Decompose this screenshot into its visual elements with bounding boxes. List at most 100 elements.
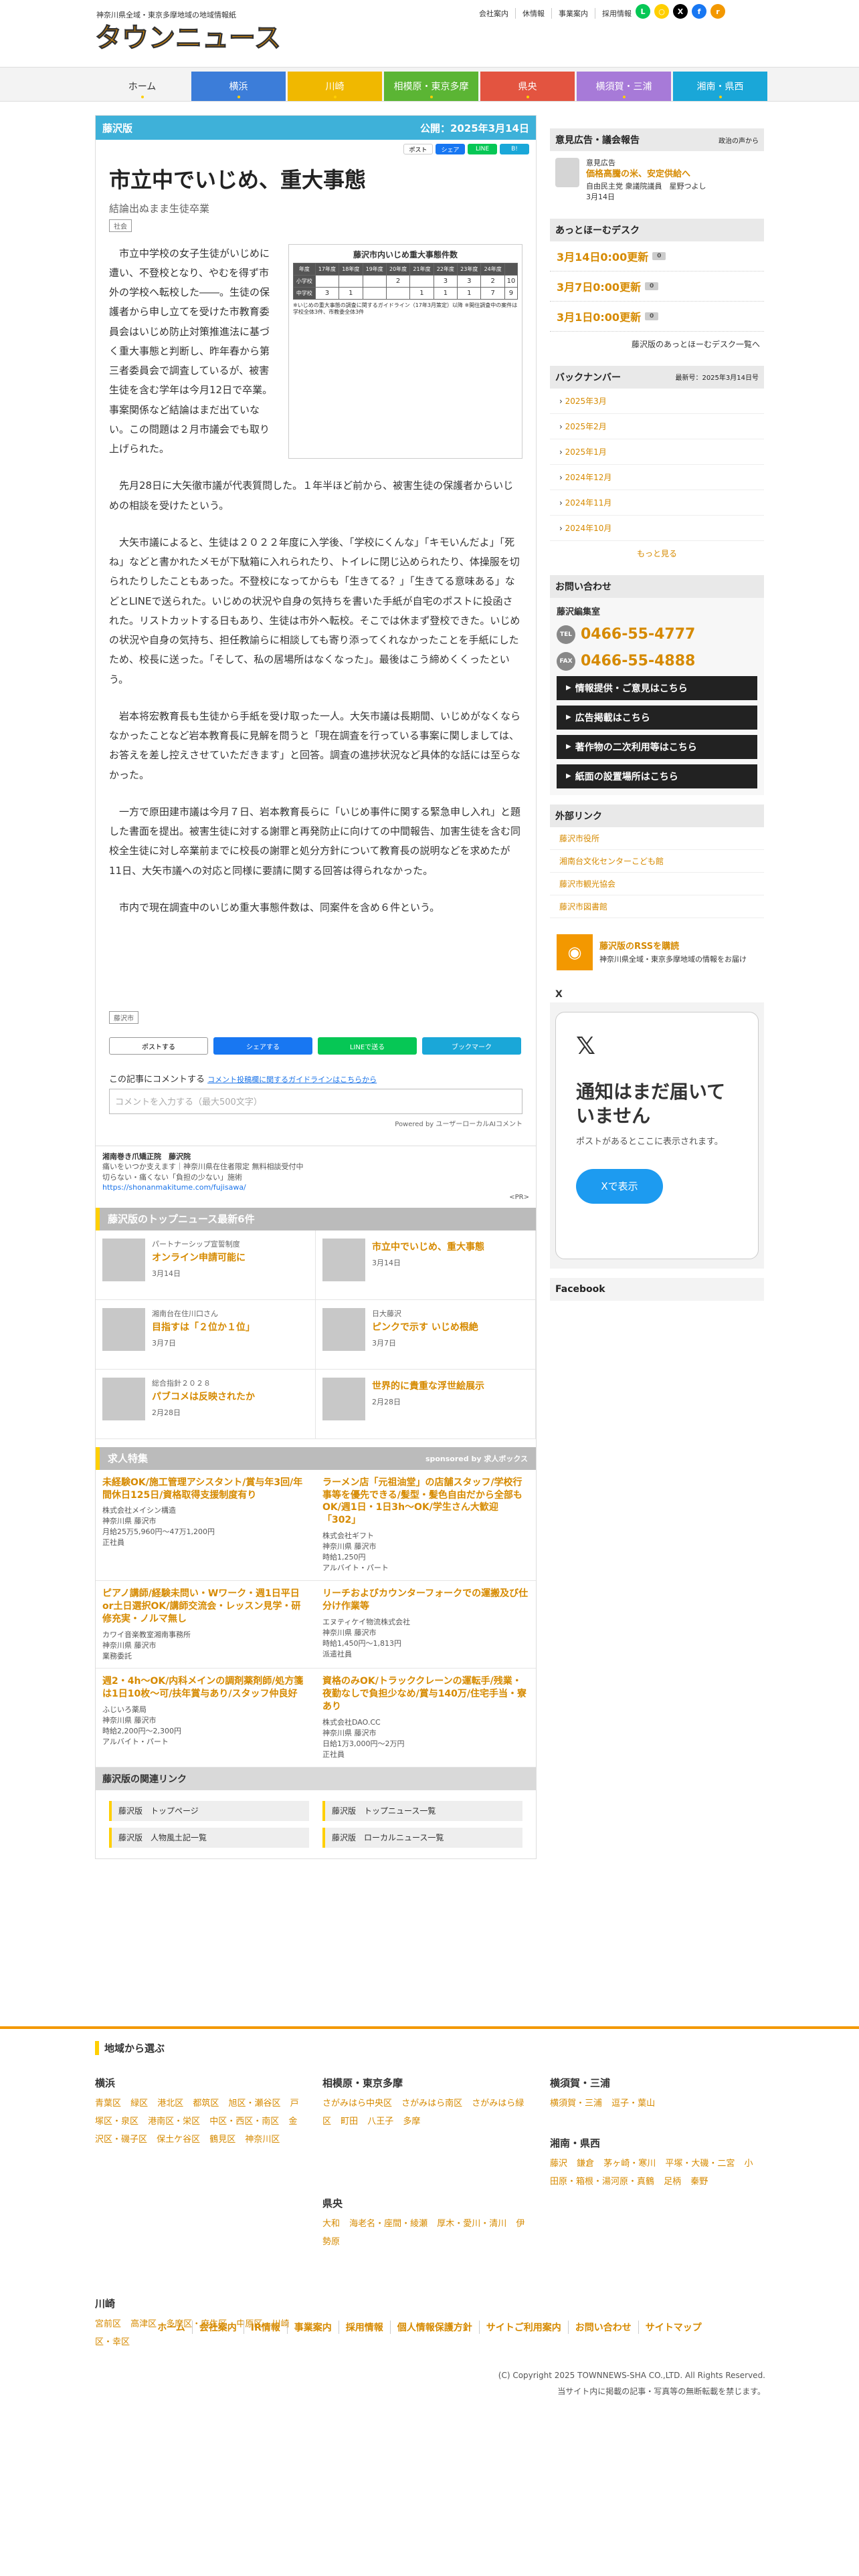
news-thumb[interactable] xyxy=(322,1377,365,1420)
line-icon[interactable]: L xyxy=(636,4,650,19)
footer-link[interactable]: 個人情報保護方針 xyxy=(389,2321,479,2334)
tab-0[interactable]: ホーム xyxy=(95,72,189,101)
news-title[interactable]: 世界的に貴重な浮世絵展示 xyxy=(372,1379,484,1392)
footer-region-links[interactable]: 青葉区 緑区 港北区 都筑区 旭区・瀬谷区 戸塚区・泉区 港南区・栄区 中区・西… xyxy=(95,2095,302,2149)
news-title[interactable]: パブコメは反映されたか xyxy=(152,1390,255,1403)
news-item[interactable]: 市立中でいじめ、重大事態 3月14日 xyxy=(316,1230,536,1300)
opinion-ad[interactable]: 意見広告 価格高騰の米、安定供給へ 自由民主党 衆議院議員 星野つよし 3月14… xyxy=(550,151,764,209)
footer-region-links[interactable]: 藤沢 鎌倉 茅ヶ崎・寒川 平塚・大磯・二宮 小田原・箱根・湯河原・真鶴 足柄 秦… xyxy=(550,2155,757,2191)
external-link[interactable]: 湘南台文化センターこども館 xyxy=(550,850,764,873)
related-link[interactable]: 藤沢版 人物風土記一覧 xyxy=(109,1827,309,1848)
backnumber-link[interactable]: 2024年12月 xyxy=(550,465,764,490)
related-link[interactable]: 藤沢版 ローカルニュース一覧 xyxy=(322,1827,522,1848)
x-post-button[interactable]: ポストする xyxy=(109,1037,208,1055)
job-item[interactable]: 週2・4h〜OK/内科メインの調剤薬剤師/処方箋は1日10枚〜可/扶年賞与あり/… xyxy=(96,1669,316,1767)
news-item[interactable]: 日大藤沢 ピンクで示す いじめ根絶 3月7日 xyxy=(316,1299,536,1370)
desk-item[interactable]: 3月14日0:00更新 0 xyxy=(550,241,764,272)
comment-input[interactable]: コメントを入力する（最大500文字） xyxy=(109,1089,522,1115)
desk-label[interactable]: 3月14日0:00更新 xyxy=(557,248,648,264)
facebook-icon[interactable]: f xyxy=(692,4,706,19)
footer-link[interactable]: ホーム xyxy=(151,2321,192,2334)
news-title[interactable]: 市立中でいじめ、重大事態 xyxy=(372,1240,484,1253)
site-logo[interactable]: タウンニュース xyxy=(95,20,288,53)
contact-button[interactable]: 情報提供・ご意見はこちら xyxy=(557,675,757,700)
news-thumb[interactable] xyxy=(322,1307,365,1351)
news-item[interactable]: 世界的に貴重な浮世絵展示 2月28日 xyxy=(316,1369,536,1439)
x-share-button[interactable]: ポスト xyxy=(403,144,433,154)
news-item[interactable]: 湘南台在住川口さん 目指すは「２位か１位」 3月7日 xyxy=(96,1299,316,1370)
facebook-share-button[interactable]: シェアする xyxy=(213,1037,312,1055)
tab-4[interactable]: 県央 xyxy=(480,72,575,101)
desk-label[interactable]: 3月7日0:00更新 xyxy=(557,278,641,294)
rss-title[interactable]: 藤沢版のRSSを購読 xyxy=(599,939,747,952)
job-item[interactable]: リーチおよびカウンターフォークでの運搬及び仕分け作業等 エヌティケイ物流株式会社神… xyxy=(316,1581,536,1669)
external-link[interactable]: 藤沢市図書館 xyxy=(550,895,764,918)
news-title[interactable]: 目指すは「２位か１位」 xyxy=(152,1320,255,1333)
job-title[interactable]: 週2・4h〜OK/内科メインの調剤薬剤師/処方箋は1日10枚〜可/扶年賞与あり/… xyxy=(102,1675,309,1701)
related-link[interactable]: 藤沢版 トップページ xyxy=(109,1800,309,1821)
tab-2[interactable]: 川崎 xyxy=(288,72,382,101)
x-icon[interactable]: X xyxy=(673,4,688,19)
footer-link[interactable]: サイトご利用案内 xyxy=(478,2321,568,2334)
footer-link[interactable]: 事業案内 xyxy=(286,2321,339,2334)
place-tag[interactable]: 藤沢市 xyxy=(109,1011,138,1025)
tab-3[interactable]: 相模原・東京多摩 xyxy=(384,72,478,101)
line-share-button[interactable]: LINE xyxy=(468,144,497,154)
backnumber-link[interactable]: 2024年11月 xyxy=(550,490,764,516)
job-title[interactable]: 未経験OK/施工管理アシスタント/賞与年3回/年間休日125日/資格取得支援制度… xyxy=(102,1477,309,1502)
news-thumb[interactable] xyxy=(102,1377,145,1420)
comment-guideline-link[interactable]: コメント投稿欄に関するガイドラインはこちらから xyxy=(207,1075,377,1084)
category-tag[interactable]: 社会 xyxy=(109,219,132,232)
footer-region-links[interactable]: さがみはら中央区 さがみはら南区 さがみはら緑区 町田 八王子 多摩 xyxy=(322,2095,530,2131)
hatena-share-button[interactable]: B! xyxy=(500,144,529,154)
news-title[interactable]: ピンクで示す いじめ根絶 xyxy=(372,1320,478,1333)
footer-link[interactable]: お問い合わせ xyxy=(567,2321,638,2334)
footer-region-links[interactable]: 横須賀・三浦 逗子・葉山 xyxy=(550,2095,757,2113)
news-item[interactable]: 総合指針２０２８ パブコメは反映されたか 2月28日 xyxy=(96,1369,316,1439)
footer-link[interactable]: 採用情報 xyxy=(338,2321,390,2334)
contact-button[interactable]: 紙面の設置場所はこちら xyxy=(557,764,757,788)
desk-more-link[interactable]: 藤沢版のあっとほーむデスク一覧へ xyxy=(550,332,764,356)
news-thumb[interactable] xyxy=(322,1238,365,1281)
desk-item[interactable]: 3月7日0:00更新 0 xyxy=(550,272,764,302)
job-title[interactable]: ピアノ講師/経験未問い・Wワーク・週1日平日or土日選択OK/講師交流会・レッス… xyxy=(102,1588,309,1626)
backnumber-link[interactable]: 2024年10月 xyxy=(550,516,764,541)
job-item[interactable]: 未経験OK/施工管理アシスタント/賞与年3回/年間休日125日/資格取得支援制度… xyxy=(96,1470,316,1581)
desk-item[interactable]: 3月1日0:00更新 0 xyxy=(550,302,764,332)
bookmark-button[interactable]: ブックマーク xyxy=(422,1037,521,1055)
job-title[interactable]: リーチおよびカウンターフォークでの運搬及び仕分け作業等 xyxy=(322,1588,529,1613)
backnumber-link[interactable]: 2025年3月 xyxy=(550,389,764,414)
pr-ad[interactable]: 湘南巻き爪矯正院 藤沢院 痛いをいつか支えます｜神奈川県在住者限定 無料相談受付… xyxy=(96,1146,536,1208)
tab-5[interactable]: 横須賀・三浦 xyxy=(577,72,671,101)
backnumber-link[interactable]: 2025年1月 xyxy=(550,439,764,465)
tab-1[interactable]: 横浜 xyxy=(191,72,286,101)
job-item[interactable]: ピアノ講師/経験未問い・Wワーク・週1日平日or土日選択OK/講師交流会・レッス… xyxy=(96,1581,316,1669)
facebook-share-button[interactable]: シェア xyxy=(436,144,465,154)
ad-title[interactable]: 価格高騰の米、安定供給へ xyxy=(586,169,706,181)
footer-region-links[interactable]: 大和 海老名・座間・綾瀬 厚木・愛川・清川 伊勢原 xyxy=(322,2215,530,2252)
backnumber-link[interactable]: 2025年2月 xyxy=(550,414,764,439)
x-view-button[interactable]: Xで表示 xyxy=(576,1168,663,1204)
rss-box[interactable]: ◉ 藤沢版のRSSを購読 神奈川県全域・東京多摩地域の情報をお届け xyxy=(550,927,764,977)
job-title[interactable]: ラーメン店「元祖油堂」の店舗スタッフ/学校行事等を優先できる/髪型・髪色自由だか… xyxy=(322,1477,529,1527)
util-link[interactable]: 事業案内 xyxy=(551,8,595,19)
contact-button[interactable]: 著作物の二次利用等はこちら xyxy=(557,734,757,759)
external-link[interactable]: 藤沢市役所 xyxy=(550,827,764,850)
line-send-button[interactable]: LINEで送る xyxy=(318,1037,417,1055)
job-item[interactable]: ラーメン店「元祖油堂」の店舗スタッフ/学校行事等を優先できる/髪型・髪色自由だか… xyxy=(316,1470,536,1581)
footer-link[interactable]: 会社案内 xyxy=(191,2321,244,2334)
desk-label[interactable]: 3月1日0:00更新 xyxy=(557,308,641,324)
news-title[interactable]: オンライン申請可能に xyxy=(152,1251,246,1264)
job-title[interactable]: 資格のみOK/トラッククレーンの運転手/残業・夜勤なしで負担少なめ/賞与140万… xyxy=(322,1675,529,1713)
footer-link[interactable]: IR情報 xyxy=(243,2321,287,2334)
job-item[interactable]: 資格のみOK/トラッククレーンの運転手/残業・夜勤なしで負担少なめ/賞与140万… xyxy=(316,1669,536,1767)
bn-more-link[interactable]: もっと見る xyxy=(550,541,764,566)
news-thumb[interactable] xyxy=(102,1307,145,1351)
util-link[interactable]: 採用情報 xyxy=(595,8,638,19)
external-link[interactable]: 藤沢市観光協会 xyxy=(550,873,764,895)
pr-url[interactable]: https://shonanmakitume.com/fujisawa/ xyxy=(102,1182,529,1192)
tab-6[interactable]: 湘南・県西 xyxy=(673,72,767,101)
news-thumb[interactable] xyxy=(102,1238,145,1281)
util-link[interactable]: 休情報 xyxy=(515,8,551,19)
related-link[interactable]: 藤沢版 トップニュース一覧 xyxy=(322,1800,522,1821)
